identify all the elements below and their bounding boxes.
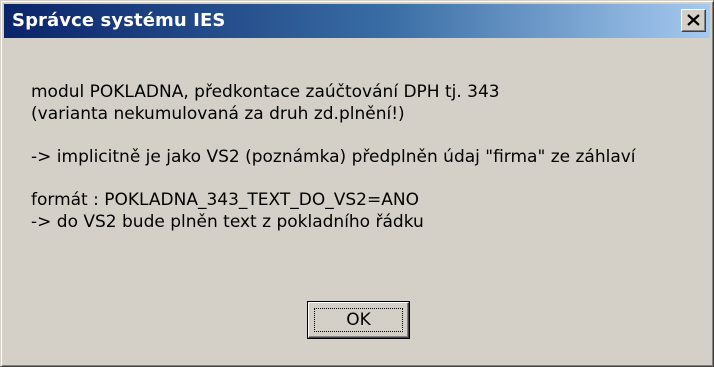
message-line: formát : POKLADNA_343_TEXT_DO_VS2=ANO <box>31 190 419 210</box>
close-button[interactable] <box>681 9 706 32</box>
message-dialog: Správce systému IES modul POKLADNA, před… <box>0 0 714 367</box>
message-line: -> do VS2 bude plněn text z pokladního ř… <box>31 212 424 232</box>
ok-button[interactable]: OK <box>307 301 410 339</box>
message-line: -> implicitně je jako VS2 (poznámka) pře… <box>31 147 636 167</box>
title-bar[interactable]: Správce systému IES <box>4 4 710 38</box>
message-line: (varianta nekumulovaná za druh zd.plnění… <box>31 104 405 124</box>
message-text: modul POKLADNA, předkontace zaúčtování D… <box>31 81 636 233</box>
message-line: modul POKLADNA, předkontace zaúčtování D… <box>31 82 500 102</box>
ok-button-label: OK <box>346 310 371 330</box>
dialog-title: Správce systému IES <box>12 10 226 31</box>
